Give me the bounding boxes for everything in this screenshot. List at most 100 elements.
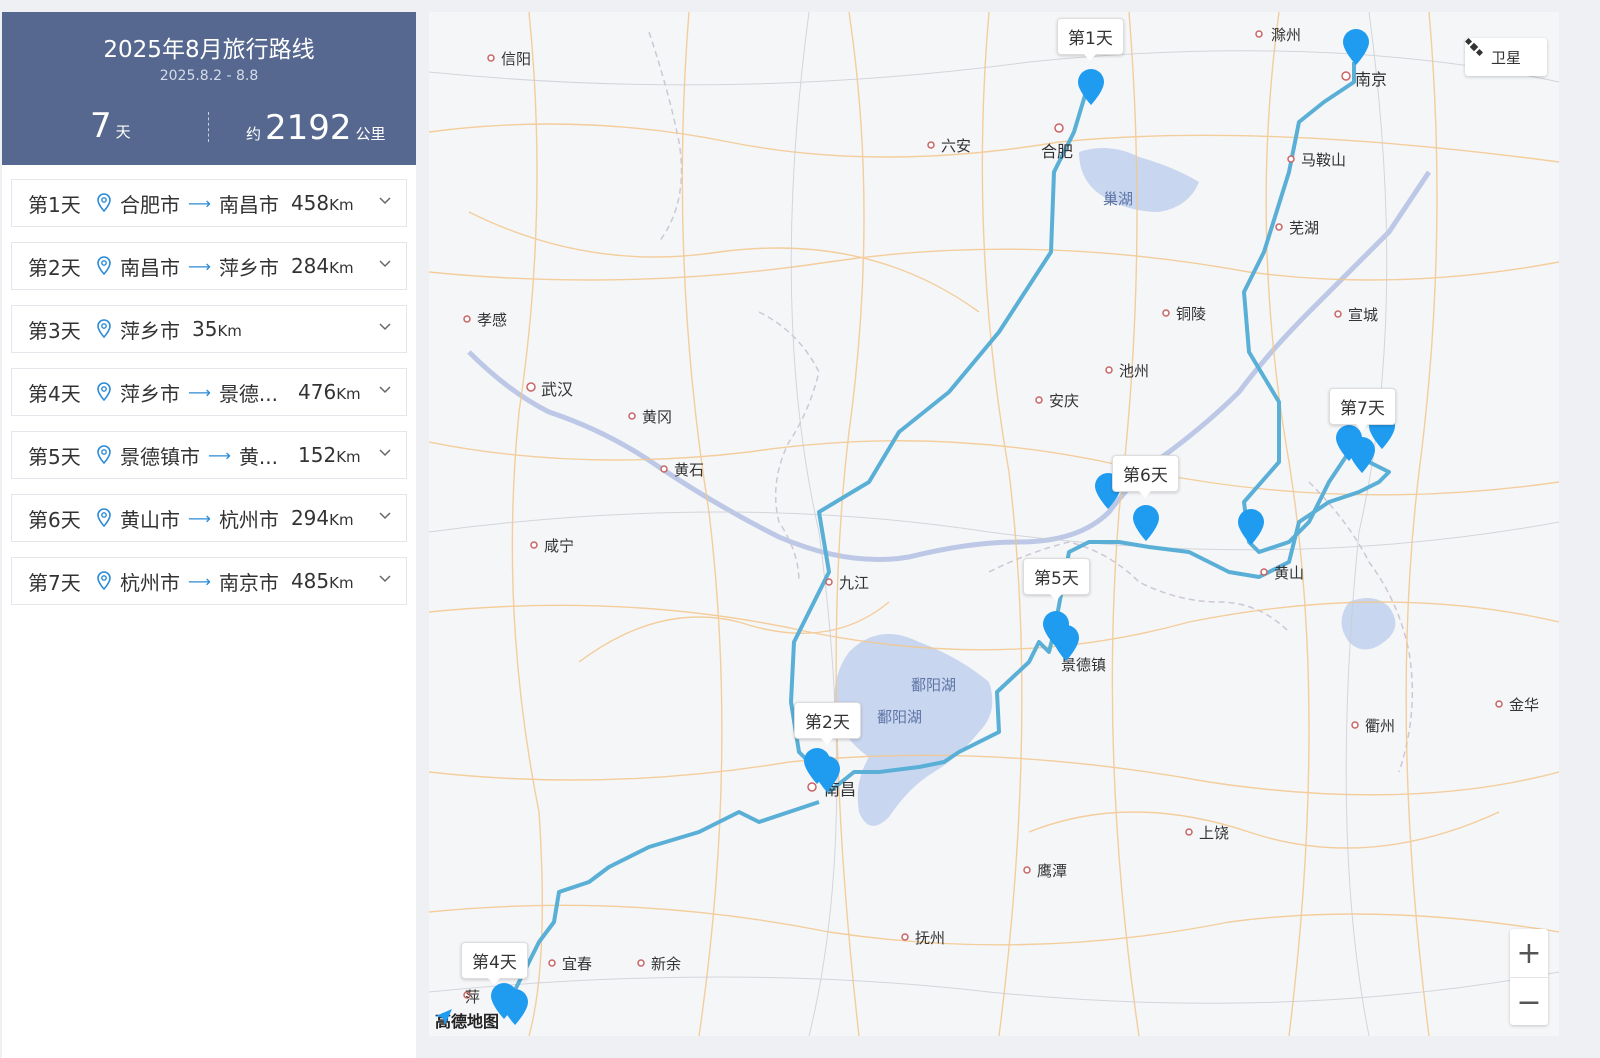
day-distance: 35Km (192, 317, 242, 341)
day-label: 第5天 (28, 444, 81, 469)
map-marker-icon[interactable] (1236, 508, 1266, 546)
trip-distance: 约 2192 公里 (246, 108, 386, 148)
day-km-unit: Km (329, 511, 354, 529)
day-km-unit: Km (329, 259, 354, 277)
route-arrow-icon: ⟶ (188, 193, 211, 213)
city-label: 黄石 (674, 461, 705, 479)
city-label: 合肥 (1041, 142, 1074, 161)
day-item-3[interactable]: 第3天 萍乡市 35Km (11, 305, 407, 353)
day-km: 35 (192, 317, 218, 341)
city-label: 鹰潭 (1037, 862, 1068, 880)
route-arrow-icon: ⟶ (208, 445, 231, 465)
chevron-down-icon[interactable] (378, 320, 392, 334)
zoom-in-button[interactable]: + (1510, 929, 1548, 978)
summary-divider (208, 112, 209, 142)
day-tag-4[interactable]: 第4天 (461, 942, 528, 985)
lake-chaohu (1079, 148, 1199, 212)
city-label: 南京 (1355, 70, 1388, 89)
chevron-down-icon[interactable] (378, 257, 392, 271)
location-pin-icon (97, 508, 111, 528)
day-to: 景德... (218, 381, 279, 406)
day-from: 黄山市 (120, 507, 180, 532)
city-label: 信阳 (501, 50, 532, 68)
day-tag-2[interactable]: 第2天 (794, 702, 861, 745)
map-marker-icon[interactable] (1076, 68, 1106, 106)
day-km: 294 (290, 506, 330, 530)
day-tag-1[interactable]: 第1天 (1057, 18, 1124, 61)
city-label: 芜湖 (1289, 219, 1320, 237)
zoom-control: + − (1510, 929, 1548, 1025)
chevron-down-icon[interactable] (378, 572, 392, 586)
day-item-5[interactable]: 第5天 景德镇市 ⟶ 黄... 152Km (11, 431, 407, 479)
day-label: 第4天 (28, 381, 81, 406)
lake-label: 巢湖 (1103, 190, 1134, 208)
map-canvas[interactable] (429, 12, 1559, 1036)
day-km: 458 (290, 191, 330, 215)
day-to: 南昌市 (218, 192, 279, 217)
day-item-4[interactable]: 第4天 萍乡市 ⟶ 景德... 476Km (11, 368, 407, 416)
route-map[interactable]: 信阳 滁州 南京 合肥 六安 马鞍山 芜湖 孝感 铜陵 宣城 武汉 池州 安庆 … (429, 12, 1559, 1036)
city-label: 抚州 (915, 929, 946, 947)
city-label: 宜春 (562, 955, 593, 973)
day-from: 萍乡市 (120, 381, 180, 406)
lake-label: 鄱阳湖 (911, 676, 957, 694)
lake-label: 鄱阳湖 (877, 708, 923, 726)
day-distance: 294Km (291, 506, 354, 530)
day-from: 景德镇市 (120, 444, 200, 469)
city-label: 铜陵 (1176, 305, 1207, 323)
city-label: 咸宁 (544, 537, 575, 555)
day-distance: 476Km (298, 380, 361, 404)
distance-value: 2192 (265, 108, 352, 148)
day-km-unit: Km (217, 322, 242, 340)
zoom-out-button[interactable]: − (1510, 978, 1548, 1026)
map-marker-icon[interactable] (1341, 28, 1371, 66)
map-logo: 高德地图 (435, 1008, 499, 1032)
map-marker-icon[interactable] (500, 988, 530, 1026)
city-label: 武汉 (541, 380, 574, 399)
trip-summary: 2025年8月旅行路线 2025.8.2 - 8.8 7天 约 2192 公里 (2, 12, 416, 165)
route-arrow-icon: ⟶ (188, 256, 211, 276)
day-label: 第1天 (28, 192, 81, 217)
chevron-down-icon[interactable] (378, 509, 392, 523)
day-km-unit: Km (329, 196, 354, 214)
day-tag-6[interactable]: 第6天 (1112, 455, 1179, 498)
satellite-toggle-button[interactable]: 卫星 (1465, 38, 1547, 76)
navigation-arrow-icon (436, 1009, 452, 1025)
day-to: 黄... (238, 444, 279, 469)
map-marker-icon[interactable] (812, 755, 842, 793)
satellite-label: 卫星 (1490, 48, 1521, 67)
day-to: 萍乡市 (218, 255, 279, 280)
day-from: 南昌市 (120, 255, 180, 280)
satellite-icon (1465, 38, 1483, 56)
day-km: 284 (290, 254, 330, 278)
chevron-down-icon[interactable] (378, 446, 392, 460)
city-label: 池州 (1119, 362, 1150, 380)
day-distance: 458Km (291, 191, 354, 215)
day-tag-7[interactable]: 第7天 (1329, 388, 1396, 431)
city-label: 滁州 (1271, 26, 1302, 44)
chevron-down-icon[interactable] (378, 194, 392, 208)
city-label: 孝感 (477, 311, 508, 329)
trip-title: 2025年8月旅行路线 (103, 37, 315, 63)
river-yangtze (467, 170, 1432, 562)
days-unit: 天 (115, 123, 131, 141)
day-item-6[interactable]: 第6天 黄山市 ⟶ 杭州市 294Km (11, 494, 407, 542)
day-item-2[interactable]: 第2天 南昌市 ⟶ 萍乡市 284Km (11, 242, 407, 290)
day-km: 485 (290, 569, 330, 593)
day-tag-5[interactable]: 第5天 (1023, 558, 1090, 601)
chevron-down-icon[interactable] (378, 383, 392, 397)
day-from: 合肥市 (120, 192, 180, 217)
city-label: 宣城 (1348, 306, 1379, 324)
route-arrow-icon: ⟶ (188, 508, 211, 528)
city-label: 六安 (941, 137, 972, 155)
day-item-7[interactable]: 第7天 杭州市 ⟶ 南京市 485Km (11, 557, 407, 605)
day-from: 萍乡市 (120, 318, 180, 343)
map-marker-icon[interactable] (1131, 504, 1161, 542)
distance-prefix: 约 (246, 125, 262, 143)
city-label: 黄冈 (642, 408, 673, 426)
day-km-unit: Km (336, 385, 361, 403)
day-distance: 152Km (298, 443, 361, 467)
day-item-1[interactable]: 第1天 合肥市 ⟶ 南昌市 458Km (11, 179, 407, 227)
map-marker-icon[interactable] (1051, 624, 1081, 662)
route-arrow-icon: ⟶ (188, 382, 211, 402)
